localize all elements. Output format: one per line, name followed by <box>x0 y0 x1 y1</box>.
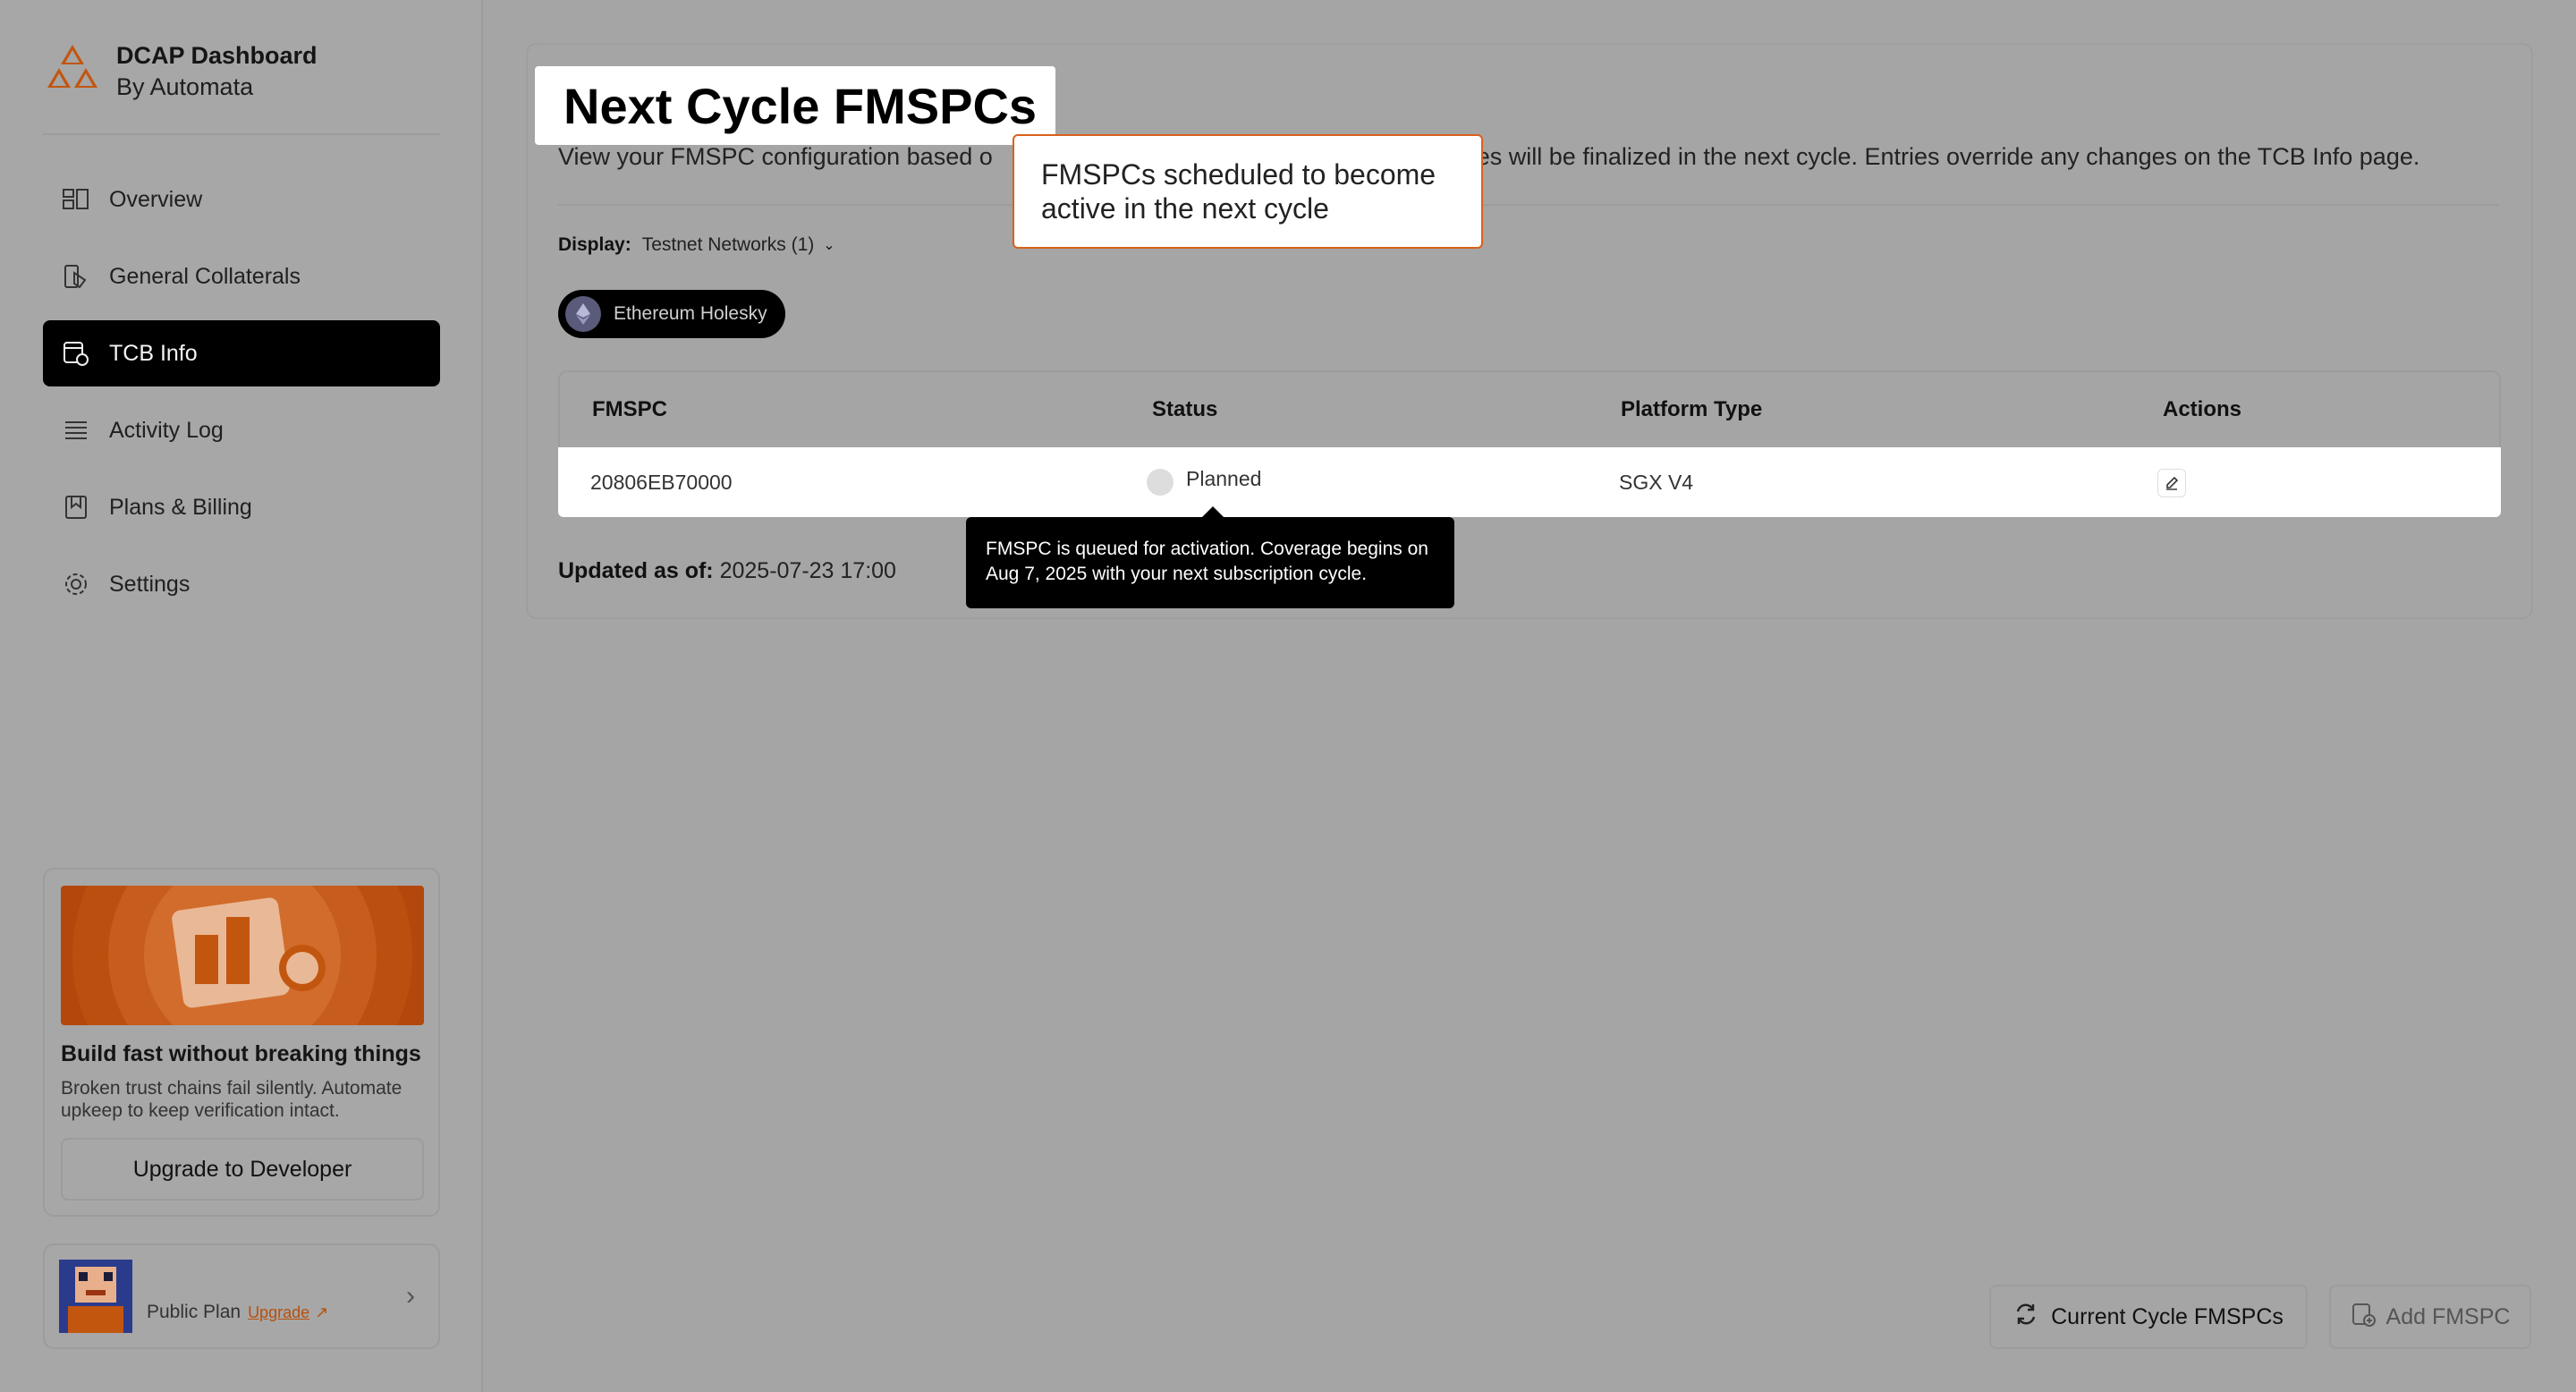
edit-button[interactable] <box>2157 469 2186 497</box>
sidebar-item-label: Overview <box>109 186 203 212</box>
collaterals-icon <box>61 261 91 292</box>
add-fmspc-button[interactable]: Add FMSPC <box>2329 1285 2531 1349</box>
refresh-icon <box>2013 1302 2038 1333</box>
sidebar-nav: Overview General Collaterals TCB Info Ac… <box>43 166 440 628</box>
sidebar-item-tcb-info[interactable]: TCB Info <box>43 320 440 386</box>
sidebar-item-settings[interactable]: Settings <box>43 551 440 617</box>
updated-value: 2025-07-23 17:00 <box>719 558 896 583</box>
annotation-callout: FMSPCs scheduled to become active in the… <box>1013 134 1483 249</box>
sidebar-item-label: Settings <box>109 571 191 597</box>
current-cycle-fmspcs-button[interactable]: Current Cycle FMSPCs <box>1989 1285 2308 1349</box>
brand-title: DCAP Dashboard <box>116 42 318 69</box>
sidebar-item-activity-log[interactable]: Activity Log <box>43 397 440 463</box>
promo-title: Build fast without breaking things <box>61 1041 421 1066</box>
status-cell[interactable]: Planned <box>1186 467 1261 491</box>
column-header-fmspc: FMSPC <box>592 397 667 421</box>
divider <box>43 133 440 135</box>
automata-logo-icon <box>47 45 97 88</box>
sidebar-item-label: TCB Info <box>109 340 198 366</box>
display-filter[interactable]: Display: Testnet Networks (1) ⌄ <box>558 234 835 256</box>
table-header: FMSPC Status Platform Type Actions <box>558 370 2501 447</box>
column-header-platform-type: Platform Type <box>1621 397 1763 421</box>
table-row[interactable]: 20806EB70000 Planned SGX V4 <box>558 447 2501 517</box>
gear-icon <box>61 569 91 599</box>
display-select[interactable]: Testnet Networks (1) <box>642 234 815 256</box>
planned-status-icon <box>1147 469 1174 496</box>
column-header-status: Status <box>1152 397 1218 421</box>
page-title-highlight: Next Cycle FMSPCs <box>535 66 1055 145</box>
external-link-icon: ↗ <box>315 1303 329 1321</box>
overview-icon <box>61 184 91 215</box>
column-header-actions: Actions <box>2163 397 2242 421</box>
plan-widget[interactable]: Public Plan Upgrade ↗ › <box>43 1243 440 1349</box>
add-fmspc-label: Add FMSPC <box>2385 1303 2511 1329</box>
display-label: Display: <box>558 234 631 255</box>
current-cycle-label: Current Cycle FMSPCs <box>2051 1303 2284 1329</box>
platform-type-cell: SGX V4 <box>1619 471 1694 494</box>
sidebar: DCAP Dashboard By Automata Overview Gene… <box>0 0 483 1392</box>
tcb-info-icon <box>61 338 91 369</box>
sidebar-item-plans-billing[interactable]: Plans & Billing <box>43 474 440 540</box>
promo-illustration <box>61 886 424 1025</box>
divider <box>558 204 2499 206</box>
status-tooltip: FMSPC is queued for activation. Coverage… <box>966 506 1454 608</box>
updated-label: Updated as of: <box>558 558 714 583</box>
updated-timestamp: Updated as of: 2025-07-23 17:00 <box>558 558 896 584</box>
avatar <box>59 1260 132 1333</box>
fmspc-cell: 20806EB70000 <box>590 471 733 494</box>
ethereum-icon <box>565 296 601 332</box>
sidebar-item-overview[interactable]: Overview <box>43 166 440 233</box>
pencil-icon <box>2166 476 2179 490</box>
page-subtitle: View your FMSPC configuration based o ges… <box>558 143 2419 171</box>
plan-label: Public Plan <box>147 1302 242 1322</box>
brand[interactable]: DCAP Dashboard By Automata <box>43 39 318 102</box>
upgrade-promo-card: Build fast without breaking things Broke… <box>43 868 440 1217</box>
sidebar-item-label: Activity Log <box>109 417 224 443</box>
subtitle-left: View your FMSPC configuration based o <box>558 143 993 170</box>
activity-log-icon <box>61 415 91 446</box>
network-chip-label: Ethereum Holesky <box>614 303 767 324</box>
chevron-down-icon[interactable]: ⌄ <box>823 236 835 254</box>
promo-description: Broken trust chains fail silently. Autom… <box>61 1078 402 1121</box>
network-chip[interactable]: Ethereum Holesky <box>558 290 785 338</box>
subtitle-right: ges will be finalized in the next cycle.… <box>1462 143 2420 170</box>
chevron-right-icon[interactable]: › <box>406 1281 415 1311</box>
sidebar-item-label: General Collaterals <box>109 263 301 289</box>
brand-subtitle: By Automata <box>116 73 254 100</box>
billing-icon <box>61 492 91 522</box>
upgrade-to-developer-button[interactable]: Upgrade to Developer <box>61 1138 424 1201</box>
sidebar-item-general-collaterals[interactable]: General Collaterals <box>43 243 440 310</box>
page-title: Next Cycle FMSPCs <box>564 77 1038 134</box>
sidebar-item-label: Plans & Billing <box>109 494 252 520</box>
add-document-icon <box>2351 1302 2376 1333</box>
upgrade-link[interactable]: Upgrade <box>248 1303 309 1322</box>
fmspc-table: FMSPC Status Platform Type Actions 20806… <box>558 370 2501 517</box>
